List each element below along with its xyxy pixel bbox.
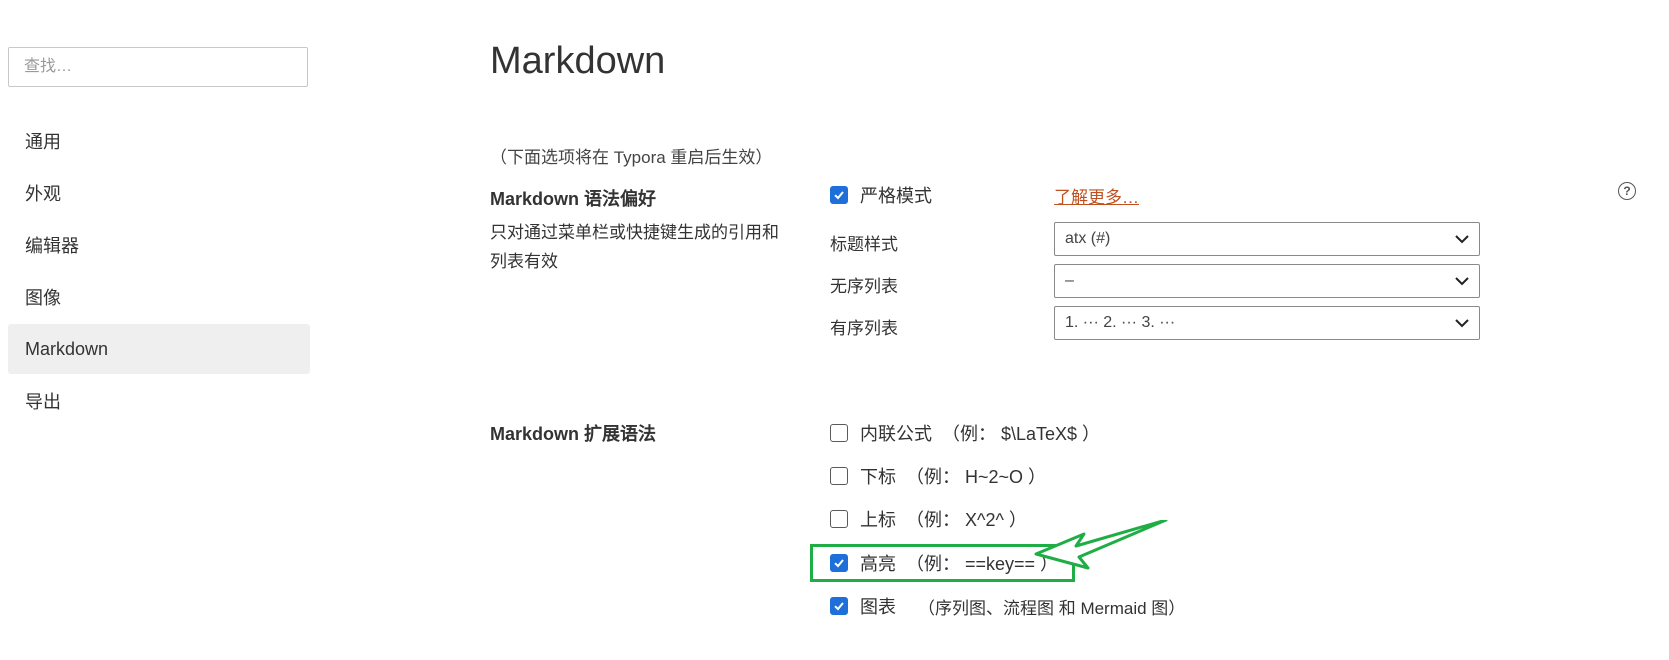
extension-example: （例： H~2~O ） [906, 467, 1047, 487]
sidebar-item-markdown[interactable]: Markdown [8, 324, 310, 374]
strict-mode-checkbox[interactable] [830, 186, 848, 204]
sidebar-item-label: Markdown [25, 338, 109, 359]
restart-note: （下面选项将在 Typora 重启后生效） [490, 148, 773, 167]
ordered-list-select[interactable]: 1. ··· 2. ··· 3. ··· [1054, 306, 1480, 340]
ordered-list-label: 有序列表 [830, 319, 898, 338]
syntax-pref-description: 只对通过菜单栏或快捷键生成的引用和列表有效 [490, 223, 779, 271]
extension-label: 图表 [860, 597, 896, 617]
heading-style-label: 标题样式 [830, 235, 898, 254]
extension-option-inline-math[interactable]: 内联公式 （例： $\LaTeX$ ） [830, 420, 1100, 446]
annotation-arrow-icon [1034, 520, 1168, 570]
sidebar-item-label: 外观 [25, 184, 61, 204]
chevron-down-icon [1455, 274, 1469, 288]
syntax-pref-title: Markdown 语法偏好 [490, 189, 657, 209]
chevron-down-icon [1455, 316, 1469, 330]
sidebar: 通用 外观 编辑器 图像 Markdown 导出 [8, 0, 310, 660]
extension-example: （例： X^2^ ） [906, 510, 1027, 530]
extension-label: 上标 [860, 510, 896, 530]
extension-example: （例： $\LaTeX$ ） [942, 424, 1101, 444]
sidebar-item-label: 导出 [25, 392, 61, 412]
extensions-title: Markdown 扩展语法 [490, 424, 657, 444]
main-panel: Markdown （下面选项将在 Typora 重启后生效） Markdown … [490, 0, 1669, 660]
ordered-list-value: 1. ··· 2. ··· 3. ··· [1065, 314, 1176, 331]
unordered-list-value: – [1065, 272, 1074, 289]
extension-option-superscript[interactable]: 上标 （例： X^2^ ） [830, 506, 1027, 532]
sidebar-item-label: 图像 [25, 288, 61, 308]
chevron-down-icon [1455, 232, 1469, 246]
unordered-list-label: 无序列表 [830, 277, 898, 296]
learn-more-link[interactable]: 了解更多… [1054, 183, 1139, 208]
sidebar-item-label: 编辑器 [25, 236, 79, 256]
sidebar-item-image[interactable]: 图像 [8, 272, 310, 322]
strict-mode-label: 严格模式 [860, 186, 932, 206]
inline-math-checkbox[interactable] [830, 424, 848, 442]
sidebar-item-general[interactable]: 通用 [8, 116, 310, 166]
diagrams-checkbox[interactable] [830, 597, 848, 615]
question-circle-icon[interactable]: ? [1618, 182, 1636, 200]
heading-style-value: atx (#) [1065, 230, 1111, 247]
heading-style-select[interactable]: atx (#) [1054, 222, 1480, 256]
extension-label: 内联公式 [860, 424, 932, 444]
strict-mode-option[interactable]: 严格模式 [830, 182, 932, 208]
search-input[interactable] [8, 47, 308, 87]
sidebar-nav: 通用 外观 编辑器 图像 Markdown 导出 [8, 116, 310, 428]
page-title: Markdown [490, 40, 666, 82]
sidebar-item-label: 通用 [25, 132, 61, 152]
subscript-checkbox[interactable] [830, 467, 848, 485]
sidebar-item-appearance[interactable]: 外观 [8, 168, 310, 218]
superscript-checkbox[interactable] [830, 510, 848, 528]
sidebar-item-editor[interactable]: 编辑器 [8, 220, 310, 270]
extension-option-subscript[interactable]: 下标 （例： H~2~O ） [830, 463, 1046, 489]
extension-label: 下标 [860, 467, 896, 487]
extension-option-diagrams[interactable]: 图表 （序列图、流程图 和 Mermaid 图） [830, 593, 1185, 619]
extension-example: （序列图、流程图 和 Mermaid 图） [918, 598, 1186, 618]
unordered-list-select[interactable]: – [1054, 264, 1480, 298]
sidebar-item-export[interactable]: 导出 [8, 376, 310, 426]
